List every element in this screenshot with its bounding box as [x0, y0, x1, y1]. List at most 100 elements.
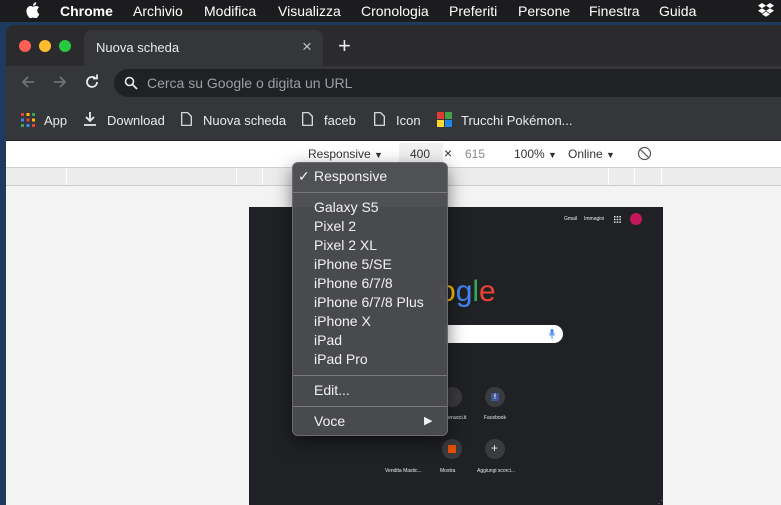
menu-item-responsive[interactable]: ✓ Responsive [293, 167, 447, 186]
bookmark-trucchi-pokemon[interactable]: Trucchi Pokémon... [461, 113, 573, 128]
menu-archivio[interactable]: Archivio [133, 3, 183, 19]
menu-item-label: Voce [314, 413, 346, 429]
menu-item-iphone-5-se[interactable]: iPhone 5/SE [293, 255, 447, 274]
site-icon [448, 445, 456, 453]
menu-finestra[interactable]: Finestra [589, 3, 640, 19]
ruler-divider [661, 168, 662, 185]
images-link[interactable]: Immagini [584, 216, 604, 222]
search-icon [124, 76, 138, 90]
menu-cronologia[interactable]: Cronologia [361, 3, 429, 19]
back-arrow-icon[interactable] [20, 74, 36, 90]
dimension-times: × [444, 145, 453, 161]
menu-item-iphone-6-7-8[interactable]: iPhone 6/7/8 [293, 274, 447, 293]
avatar[interactable] [630, 213, 642, 225]
page-icon [181, 112, 192, 126]
bookmark-download[interactable]: Download [107, 113, 165, 128]
zoom-select[interactable]: 100% ▼ [514, 147, 557, 161]
google-logo-letter: g [455, 275, 473, 308]
menu-modifica[interactable]: Modifica [204, 3, 256, 19]
menu-item-iphone-6-7-8-plus[interactable]: iPhone 6/7/8 Plus [293, 293, 447, 312]
microphone-icon[interactable] [549, 329, 555, 339]
menu-preferiti[interactable]: Preferiti [449, 3, 497, 19]
shortcut-label: Aggiungi scorci... [477, 468, 516, 474]
menu-item-label: Pixel 2 XL [314, 237, 378, 253]
shortcut-label: Facebook [484, 415, 506, 421]
menu-item-galaxy-s5[interactable]: Galaxy S5 [293, 198, 447, 217]
device-dropdown-menu: ✓ Responsive Galaxy S5 Pixel 2 Pixel 2 X… [292, 162, 448, 436]
menu-divider [293, 192, 447, 193]
menu-item-label: iPad Pro [314, 351, 368, 367]
height-input[interactable]: 615 [465, 147, 485, 161]
reload-icon[interactable] [84, 74, 100, 90]
google-search-box[interactable] [445, 325, 563, 343]
menu-item-label: iPhone X [314, 313, 371, 329]
close-window-button[interactable] [19, 40, 31, 52]
ruler-divider [634, 168, 635, 185]
apple-icon[interactable] [26, 2, 40, 18]
bookmarks-bar: App Download Nuova scheda faceb Icon Tru… [6, 100, 781, 141]
plus-icon: + [491, 441, 499, 455]
gmail-link[interactable]: Gmail [564, 216, 577, 222]
tab-nuova-scheda[interactable]: Nuova scheda × [84, 30, 323, 66]
shortcut-facebook[interactable]: f [485, 387, 505, 407]
resize-handle[interactable]: ⋰ [655, 499, 663, 505]
menu-guida[interactable]: Guida [659, 3, 696, 19]
dropbox-icon[interactable] [758, 3, 774, 18]
menu-visualizza[interactable]: Visualizza [278, 3, 341, 19]
minimize-window-button[interactable] [39, 40, 51, 52]
menu-item-label: iPhone 6/7/8 [314, 275, 393, 291]
browser-toolbar: Cerca su Google o digita un URL [6, 66, 781, 100]
network-select[interactable]: Online ▼ [568, 147, 615, 161]
shortcut-label: Mostra [440, 468, 456, 474]
bookmark-nuova-scheda[interactable]: Nuova scheda [203, 113, 286, 128]
chevron-down-icon: ▼ [548, 150, 557, 160]
ruler-divider [66, 168, 67, 185]
zoom-window-button[interactable] [59, 40, 71, 52]
menu-item-edit[interactable]: Edit... [293, 381, 447, 400]
add-shortcut-button[interactable]: + [485, 439, 505, 459]
menu-item-label: iPad [314, 332, 343, 348]
menu-item-label: iPhone 5/SE [314, 256, 392, 272]
menu-item-label: Responsive [314, 168, 388, 184]
bookmark-faceb[interactable]: faceb [324, 113, 356, 128]
facebook-icon: f [491, 393, 499, 401]
bookmark-icon[interactable]: Icon [396, 113, 421, 128]
omnibox[interactable]: Cerca su Google o digita un URL [114, 69, 781, 97]
bookmark-app[interactable]: App [44, 113, 67, 128]
menu-item-ipad-pro[interactable]: iPad Pro [293, 350, 447, 369]
width-input[interactable]: 400 [399, 143, 443, 163]
page-icon [374, 112, 385, 126]
ruler-divider [608, 168, 609, 185]
ruler-divider [262, 168, 263, 185]
device-select[interactable]: Responsive ▼ [308, 147, 383, 161]
menu-app-chrome[interactable]: Chrome [60, 3, 113, 19]
forward-arrow-icon[interactable] [52, 74, 68, 90]
google-logo-letter: e [479, 275, 496, 308]
menu-divider [293, 375, 447, 376]
download-icon [84, 112, 96, 126]
rotate-icon[interactable] [637, 146, 652, 161]
chevron-down-icon: ▼ [374, 150, 383, 160]
apps-grid-icon[interactable] [614, 216, 621, 223]
apps-grid-icon [21, 113, 35, 127]
zoom-value: 100% [514, 147, 545, 161]
network-value: Online [568, 147, 603, 161]
page-icon [302, 112, 313, 126]
menu-persone[interactable]: Persone [518, 3, 570, 19]
chevron-down-icon: ▼ [606, 150, 615, 160]
macos-menu-bar: Chrome Archivio Modifica Visualizza Cron… [0, 0, 781, 22]
menu-item-pixel-2-xl[interactable]: Pixel 2 XL [293, 236, 447, 255]
menu-item-ipad[interactable]: iPad [293, 331, 447, 350]
tab-title: Nuova scheda [96, 40, 180, 55]
menu-item-iphone-x[interactable]: iPhone X [293, 312, 447, 331]
shortcut-tile[interactable] [442, 439, 462, 459]
new-tab-button[interactable]: + [338, 35, 351, 57]
menu-item-label: Edit... [314, 382, 350, 398]
submenu-arrow-icon: ▶ [424, 415, 433, 427]
menu-item-pixel-2[interactable]: Pixel 2 [293, 217, 447, 236]
tab-close-icon[interactable]: × [302, 37, 312, 57]
shortcut-label: Vendita Mastic... [385, 468, 422, 474]
menu-item-voce[interactable]: Voce ▶ [293, 412, 447, 431]
checkmark-icon: ✓ [298, 168, 310, 184]
menu-item-label: Pixel 2 [314, 218, 357, 234]
